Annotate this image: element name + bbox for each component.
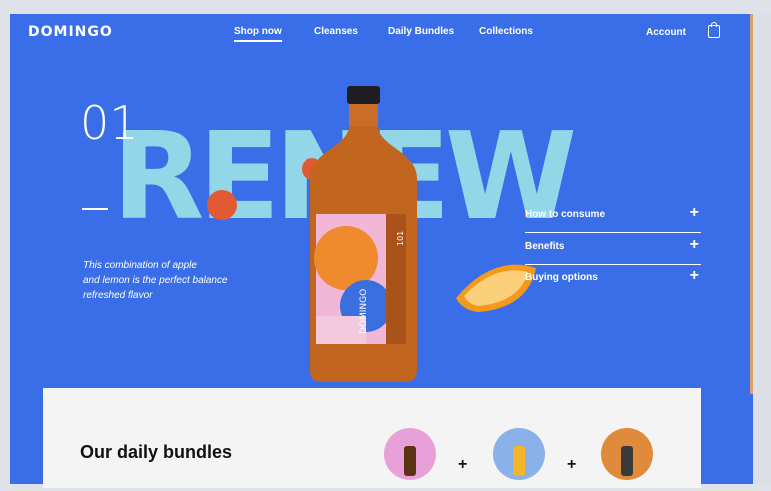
description-line: refreshed flavor (83, 290, 153, 301)
bottle-side-label: 101 (396, 231, 405, 246)
hero-description: This combination of apple and lemon is t… (83, 258, 263, 303)
plus-icon: + (458, 456, 468, 473)
bundle-item[interactable] (493, 428, 545, 480)
description-line: and lemon is the perfect balance (83, 275, 228, 286)
plus-icon: + (689, 267, 699, 284)
nav-collections[interactable]: Collections (479, 26, 533, 37)
slide-indicator[interactable] (82, 208, 108, 210)
plus-icon: + (689, 236, 699, 253)
plus-icon: + (567, 456, 577, 473)
bottle-icon (621, 446, 633, 476)
bundles-panel (43, 388, 701, 488)
slide-number: 01 (80, 96, 139, 150)
bottle-label: DOMINGO (359, 289, 369, 334)
apple-image (207, 190, 237, 220)
juice-bottle-image: DOMINGO 101 (310, 86, 417, 382)
plus-icon: + (689, 204, 699, 221)
accordion-how-to-consume[interactable]: How to consume + (525, 201, 701, 233)
bundle-item[interactable] (384, 428, 436, 480)
accordion-buying-options[interactable]: Buying options + (525, 264, 701, 295)
nav-cleanses[interactable]: Cleanses (314, 26, 358, 37)
accordion-label: Buying options (525, 272, 598, 283)
account-link[interactable]: Account (646, 27, 686, 38)
nav-shop-now[interactable]: Shop now (234, 26, 282, 42)
bundle-item[interactable] (601, 428, 653, 480)
bottle-icon (513, 446, 525, 476)
nav-daily-bundles[interactable]: Daily Bundles (388, 26, 454, 37)
accordion-label: How to consume (525, 209, 606, 220)
bottle-icon (404, 446, 416, 476)
bundles-title: Our daily bundles (80, 442, 233, 462)
accordion-label: Benefits (525, 241, 565, 252)
description-line: This combination of apple (83, 260, 197, 271)
browser-edge (753, 14, 771, 484)
accordion-benefits[interactable]: Benefits + (525, 233, 701, 265)
shopping-bag-icon[interactable] (708, 22, 720, 38)
logo[interactable]: DOMINGO (28, 24, 113, 40)
